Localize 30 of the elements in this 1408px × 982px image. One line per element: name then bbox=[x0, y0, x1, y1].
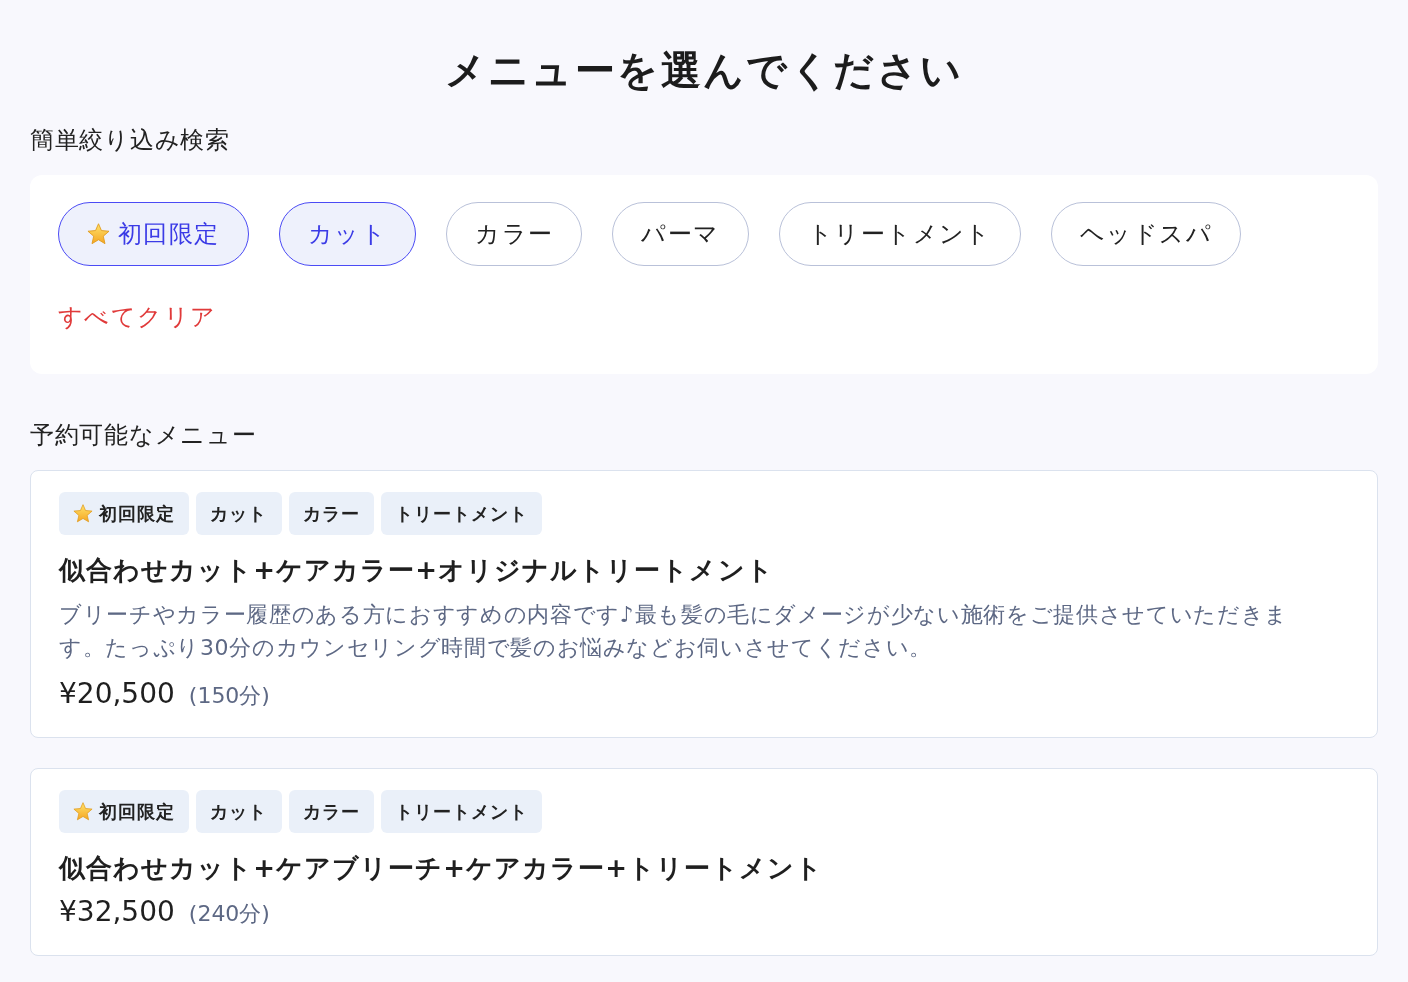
menu-tag: トリートメント bbox=[380, 492, 543, 535]
filter-chip[interactable]: ヘッドスパ bbox=[1050, 202, 1242, 266]
menu-tag: 初回限定 bbox=[59, 492, 190, 535]
menu-duration: (240分) bbox=[188, 900, 270, 928]
star-icon bbox=[87, 223, 110, 245]
section-heading: 予約可能なメニュー bbox=[30, 420, 258, 451]
menu-tag: カラー bbox=[288, 790, 374, 833]
menu-card[interactable]: 初回限定 カット カラー トリートメント 似合わせカット+ケアカラー+オリジナルトリートメント ブリーチやカラー履歴のある方におすすめの内容です♪最も髪の毛にダメージが少ない施術をご提供させていただきます。たっぷり30分のカウンセリング時間で髪のお悩みなどお伺いさせてください。 ¥20,500 (150分) bbox=[30, 470, 1378, 738]
menu-title: 似合わせカット+ケアカラー+オリジナルトリートメント bbox=[59, 554, 775, 587]
menu-title: 似合わせカット+ケアブリーチ+ケアカラー+トリートメント bbox=[59, 852, 825, 885]
page-title: メニューを選んでください bbox=[443, 46, 965, 95]
clear-all-link[interactable]: すべてクリア bbox=[58, 301, 217, 333]
menu-card[interactable]: 初回限定 カット カラー トリートメント 似合わせカット+ケアブリーチ+ケアカラー+トリートメント ¥32,500 (240分) bbox=[30, 768, 1378, 956]
filter-chip[interactable]: トリートメント bbox=[778, 202, 1021, 266]
filter-chip[interactable]: カラー bbox=[446, 202, 583, 266]
menu-tag: カット bbox=[196, 492, 282, 535]
menu-duration: (150分) bbox=[188, 682, 270, 710]
menu-tag: 初回限定 bbox=[59, 790, 190, 833]
section-heading: 簡単絞り込み検索 bbox=[30, 125, 231, 156]
menu-description: ブリーチやカラー履歴のある方におすすめの内容です♪最も髪の毛にダメージが少ない施術をご提供させていただきます。たっぷり30分のカウンセリング時間で髪のお悩みなどお伺いさせてください。 bbox=[59, 601, 1290, 662]
menu-tag: トリートメント bbox=[380, 790, 543, 833]
filter-chip[interactable]: カット bbox=[278, 202, 417, 266]
menu-price: ¥32,500 bbox=[59, 894, 175, 930]
filter-chip[interactable]: パーマ bbox=[612, 202, 749, 266]
menu-price: ¥20,500 bbox=[59, 676, 175, 712]
star-icon bbox=[73, 802, 93, 821]
star-icon bbox=[73, 504, 93, 523]
menu-tag: カット bbox=[196, 790, 282, 833]
filter-chip[interactable]: 初回限定 bbox=[58, 202, 249, 266]
menu-tag: カラー bbox=[288, 492, 374, 535]
